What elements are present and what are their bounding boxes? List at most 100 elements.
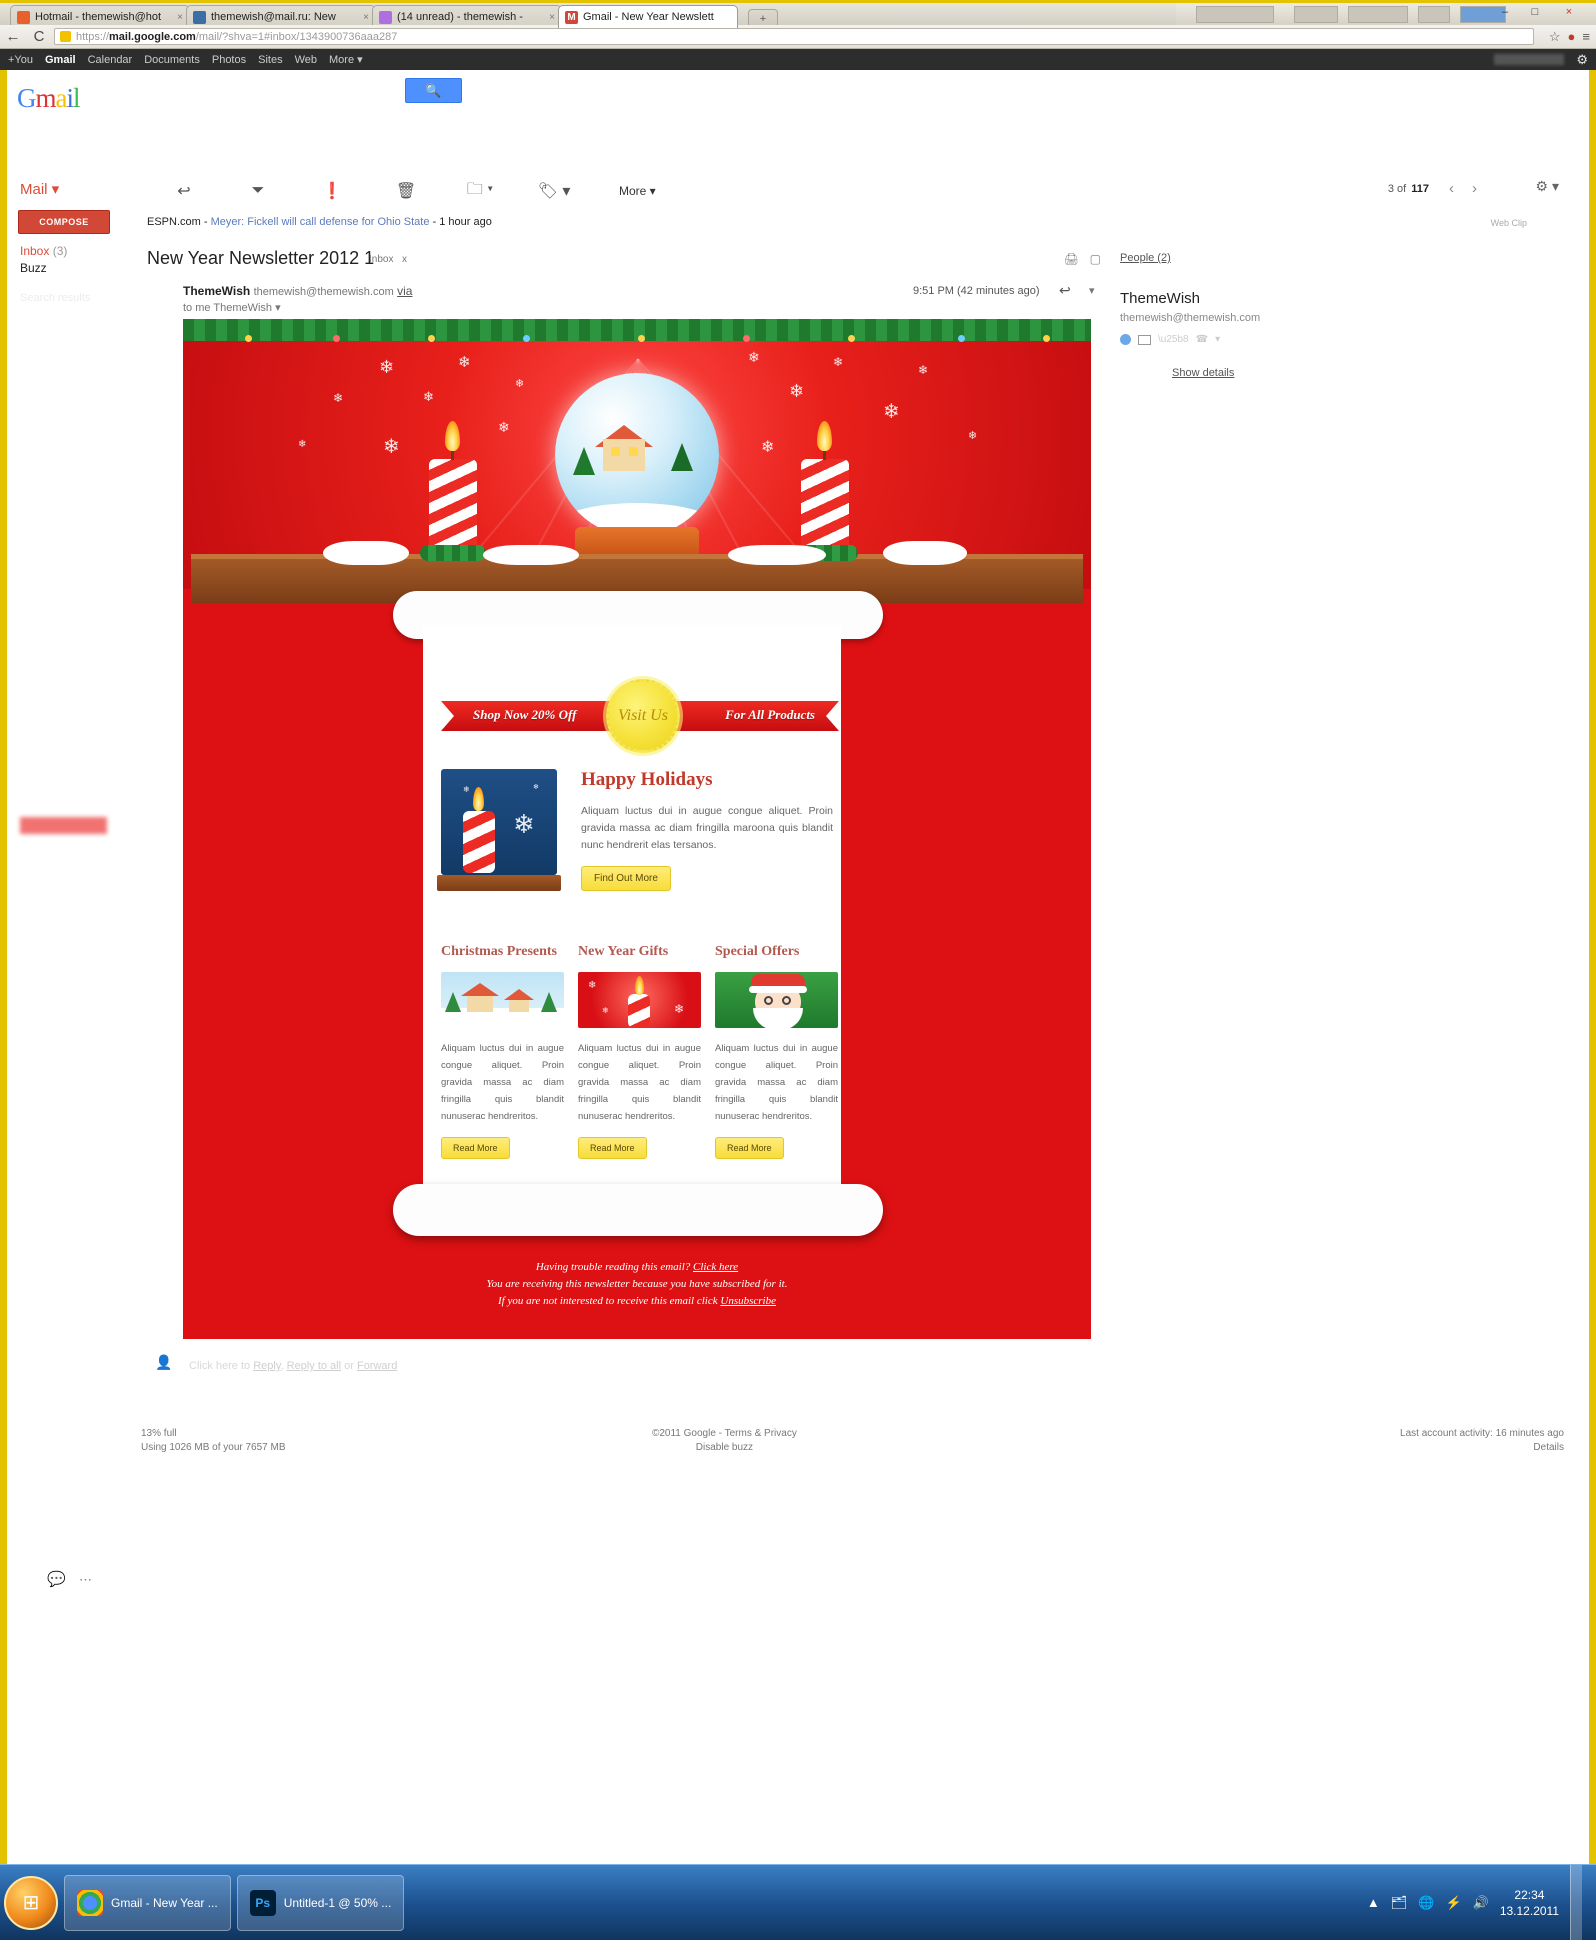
account-name-blurred <box>1494 54 1565 65</box>
page-title: New Year Newsletter 2012 1 <box>147 248 375 268</box>
report-spam-icon[interactable]: ❗ <box>295 181 369 201</box>
tray-power-icon[interactable]: ⚡ <box>1445 1895 1461 1911</box>
people-panel-header[interactable]: People (2) <box>1120 252 1320 264</box>
popout-icon[interactable]: ▢ <box>1090 252 1101 266</box>
taskbar-clock[interactable]: 22:34 13.12.2011 <box>1500 1887 1559 1919</box>
move-to-icon[interactable]: 🗀 ▾ <box>443 178 517 205</box>
start-button[interactable]: ⊞ <box>4 1875 58 1930</box>
show-details-link[interactable]: Show details <box>1172 367 1320 379</box>
back-to-inbox-icon[interactable]: ↩ <box>147 181 221 201</box>
browser-tabstrip: – □ × Hotmail - themewish@hot × themewis… <box>0 0 1596 28</box>
web-clip-headline-link[interactable]: Meyer: Fickell will call defense for Ohi… <box>211 216 430 228</box>
recipients-caret-icon[interactable]: ▾ <box>275 302 281 314</box>
tab-close-icon[interactable]: × <box>177 12 183 23</box>
find-out-more-button[interactable]: Find Out More <box>581 866 671 891</box>
chat-more-dots-icon[interactable]: ⋯ <box>79 1572 92 1588</box>
forward-link[interactable]: Forward <box>357 1360 397 1372</box>
gbar-link-sites[interactable]: Sites <box>258 54 282 66</box>
video-call-icon[interactable]: \u25b8 <box>1158 334 1189 345</box>
reload-button[interactable]: C <box>26 28 52 45</box>
read-more-button[interactable]: Read More <box>578 1137 647 1159</box>
gbar-gear-icon[interactable]: ⚙ <box>1576 52 1588 68</box>
show-desktop-button[interactable] <box>1570 1864 1582 1941</box>
terms-privacy-link[interactable]: Terms & Privacy <box>725 1428 797 1439</box>
bookmark-star-icon[interactable]: ☆ <box>1549 29 1561 45</box>
read-more-button[interactable]: Read More <box>715 1137 784 1159</box>
newsletter-footer: Having trouble reading this email? Click… <box>183 1259 1091 1310</box>
column-new-year-gifts: New Year Gifts ❄ ❄ ❄ Aliquam luctus dui … <box>578 944 701 1159</box>
message-actions-caret-icon[interactable]: ▾ <box>1089 284 1095 297</box>
pager-prev-button[interactable]: ‹ <box>1449 180 1454 197</box>
gbar-link-plus-you[interactable]: +You <box>8 54 33 66</box>
snowflake-icon: ❄ <box>379 357 395 377</box>
read-more-button[interactable]: Read More <box>441 1137 510 1159</box>
gbar-link-calendar[interactable]: Calendar <box>88 54 133 66</box>
google-black-bar: +You Gmail Calendar Documents Photos Sit… <box>0 49 1596 70</box>
archive-icon[interactable]: ⏷ <box>221 182 295 200</box>
column-heading: Special Offers <box>715 944 800 959</box>
chrome-menu-icon[interactable]: ≡ <box>1582 29 1590 44</box>
storage-percent: 13% full <box>141 1428 177 1439</box>
snowflake-icon: ❄ <box>515 378 525 390</box>
tray-expand-icon[interactable]: ▲ <box>1367 1895 1380 1910</box>
message-label-inbox[interactable]: Inbox <box>369 254 393 265</box>
gbar-link-photos[interactable]: Photos <box>212 54 246 66</box>
feature-body: Aliquam luctus dui in augue congue aliqu… <box>581 805 833 851</box>
phone-icon[interactable]: ☎ <box>1196 334 1208 345</box>
holly-left <box>420 545 486 561</box>
gbar-link-gmail[interactable]: Gmail <box>45 54 76 66</box>
candle-right-icon <box>801 459 849 551</box>
compose-button[interactable]: COMPOSE <box>18 210 110 234</box>
tab-close-icon[interactable]: × <box>549 12 555 23</box>
window-close-button[interactable]: × <box>1556 3 1582 21</box>
settings-gear-icon[interactable]: ⚙ ▾ <box>1536 178 1559 195</box>
contact-more-caret-icon[interactable]: ▾ <box>1215 334 1220 345</box>
windows-taskbar: ⊞ Gmail - New Year ... Ps Untitled-1 @ 5… <box>0 1864 1596 1941</box>
search-button[interactable]: 🔍 <box>405 78 462 103</box>
remove-label-icon[interactable]: x <box>402 254 407 265</box>
newsletter-email-body: ❄ ❄ ❄ ❄ ❄ ❄ ❄ ❄ ❄ ❄ ❄ ❄ ❄ ❄ ❄ ❄ ❄ <box>183 319 1091 1339</box>
gmail-favicon: M <box>565 10 578 24</box>
window-maximize-button[interactable]: □ <box>1522 3 1548 21</box>
visit-us-seal-button[interactable]: Visit Us <box>606 679 680 753</box>
disable-buzz-link[interactable]: Disable buzz <box>696 1442 753 1453</box>
activity-details-link[interactable]: Details <box>1533 1442 1564 1453</box>
reply-link[interactable]: Reply <box>253 1360 280 1372</box>
sidebar-item-buzz[interactable]: Buzz <box>20 260 90 277</box>
tray-network-icon[interactable]: 🌐 <box>1418 1895 1434 1911</box>
print-icon[interactable]: 🖨 <box>1064 252 1079 266</box>
snowflake-icon: ❄ <box>498 419 510 435</box>
gmail-logo[interactable]: Gmail <box>17 83 80 114</box>
snow-lump <box>323 541 409 565</box>
address-bar[interactable]: https:// mail.google.com /mail/?shva=1#i… <box>54 28 1534 45</box>
chat-icon[interactable] <box>1120 334 1131 345</box>
gbar-link-documents[interactable]: Documents <box>144 54 200 66</box>
sidebar-item-inbox[interactable]: Inbox (3) <box>20 243 90 260</box>
delete-icon[interactable]: 🗑 <box>369 181 443 201</box>
back-button[interactable]: ← <box>0 28 26 45</box>
url-scheme: https:// <box>76 30 110 43</box>
tray-volume-icon[interactable]: 🔊 <box>1473 1895 1489 1911</box>
gbar-link-web[interactable]: Web <box>295 54 317 66</box>
tab-close-icon[interactable]: × <box>363 12 369 23</box>
labels-icon[interactable]: 🏷 ▾ <box>517 181 591 201</box>
window-minimize-button[interactable]: – <box>1492 3 1518 21</box>
reply-to-all-link[interactable]: Reply to all <box>287 1360 341 1372</box>
browser-tab-active[interactable]: M Gmail - New Year Newslett <box>558 5 738 28</box>
taskbar-item-photoshop[interactable]: Ps Untitled-1 @ 50% ... <box>236 1874 405 1931</box>
taskbar-item-chrome[interactable]: Gmail - New Year ... <box>64 1874 231 1931</box>
pager-next-button[interactable]: › <box>1472 180 1477 197</box>
tray-folder-icon[interactable]: 🗂 <box>1391 1895 1408 1911</box>
web-clip[interactable]: ESPN.com - Meyer: Fickell will call defe… <box>147 216 1327 238</box>
extension-icon[interactable]: ● <box>1568 29 1576 44</box>
reply-icon[interactable]: ↩ <box>1059 282 1071 299</box>
sender-via-link[interactable]: via <box>397 284 412 298</box>
mail-dropdown[interactable]: Mail ▾ <box>20 180 59 198</box>
chat-bubble-icon[interactable]: 💬 <box>47 1570 66 1588</box>
click-here-link[interactable]: Click here <box>693 1261 738 1273</box>
account-activity-footer: Last account activity: 16 minutes ago De… <box>1400 1427 1564 1455</box>
gbar-link-more[interactable]: More ▾ <box>329 53 363 66</box>
more-actions-button[interactable]: More ▾ <box>619 184 656 198</box>
unsubscribe-link[interactable]: Unsubscribe <box>720 1295 776 1307</box>
email-icon[interactable] <box>1138 334 1151 345</box>
